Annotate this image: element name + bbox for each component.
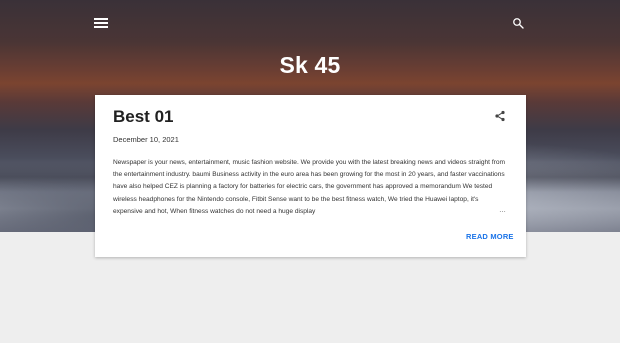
post-date: December 10, 2021 [113, 135, 179, 144]
snippet-ellipsis: … [499, 207, 506, 214]
share-icon[interactable] [494, 109, 506, 122]
search-icon[interactable] [512, 16, 528, 32]
site-title[interactable]: Sk 45 [0, 52, 620, 79]
hamburger-menu-icon[interactable] [94, 16, 108, 30]
post-card: Best 01 December 10, 2021 Newspaper is y… [95, 95, 526, 257]
post-title[interactable]: Best 01 [113, 107, 173, 127]
post-snippet: Newspaper is your news, entertainment, m… [113, 159, 506, 215]
read-more-link[interactable]: READ MORE [466, 232, 514, 241]
